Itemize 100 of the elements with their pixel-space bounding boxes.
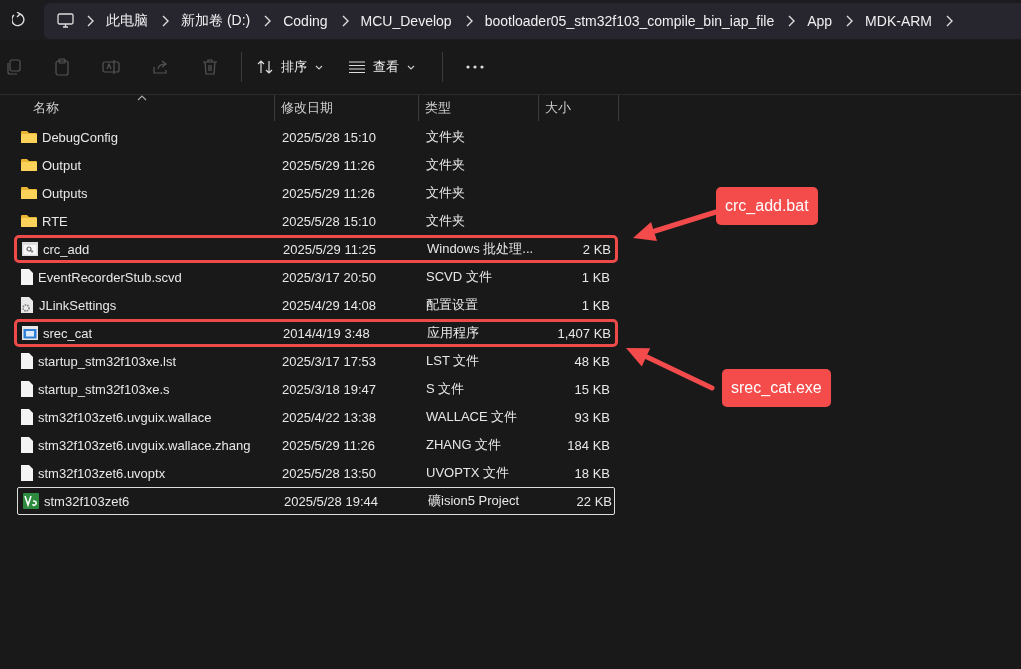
- file-size: 184 KB: [567, 437, 610, 453]
- modified-date: 2025/5/29 11:25: [282, 241, 377, 257]
- file-row[interactable]: stm32f103zet6.uvguix.wallace 2025/4/22 13:38 WALLACE 文件 93 KB: [14, 403, 618, 431]
- file-row[interactable]: JLinkSettings 2025/4/29 14:08 配置设置 1 KB: [14, 291, 618, 319]
- file-row[interactable]: Outputs 2025/5/29 11:26 文件夹: [14, 179, 618, 207]
- file-size: 2 KB: [582, 241, 611, 257]
- chevron-icon[interactable]: [162, 15, 169, 27]
- folder-icon: [21, 158, 37, 172]
- file-size: 1,407 KB: [557, 325, 611, 341]
- file-size: 1 KB: [581, 297, 610, 313]
- file-row[interactable]: stm32f103zet6.uvguix.wallace.zhang 2025/5/29 11:26 ZHANG 文件 184 KB: [14, 431, 618, 459]
- file-type: S 文件: [425, 380, 466, 398]
- file-row[interactable]: EventRecorderStub.scvd 2025/3/17 20:50 SCVD 文件 1 KB: [14, 263, 618, 291]
- modified-date: 2025/5/28 13:50: [281, 465, 377, 481]
- file-size: 22 KB: [576, 493, 612, 509]
- caret-icon: [407, 64, 415, 70]
- chevron-icon[interactable]: [946, 15, 953, 27]
- file-row[interactable]: startup_stm32f103xe.s 2025/3/18 19:47 S 文件 15 KB: [14, 375, 618, 403]
- folder-icon: [21, 214, 37, 228]
- file-type: 礦ision5 Project: [427, 492, 521, 510]
- callout-label: crc_add.bat: [716, 187, 818, 225]
- file-type: 文件夹: [425, 156, 466, 174]
- breadcrumb-item[interactable]: 新加卷 (D:): [181, 12, 251, 30]
- file-icon: [21, 381, 33, 397]
- chevron-icon[interactable]: [846, 15, 854, 27]
- breadcrumb-item[interactable]: Coding: [283, 13, 328, 29]
- folder-icon: [21, 130, 37, 144]
- file-size: 1 KB: [581, 269, 610, 285]
- file-row[interactable]: stm32f103zet6 2025/5/28 19:44 礦ision5 Project 22 KB: [17, 487, 615, 515]
- file-name: stm32f103zet6: [44, 493, 130, 509]
- modified-date: 2014/4/19 3:48: [282, 325, 371, 341]
- modified-date: 2025/4/22 13:38: [281, 409, 377, 425]
- file-name: JLinkSettings: [39, 297, 117, 313]
- file-size: 15 KB: [574, 381, 610, 397]
- file-row[interactable]: startup_stm32f103xe.lst 2025/3/17 17:53 LST 文件 48 KB: [14, 347, 618, 375]
- file-row[interactable]: stm32f103zet6.uvoptx 2025/5/28 13:50 UVOPTX 文件 18 KB: [14, 459, 618, 487]
- file-icon: [21, 465, 33, 481]
- file-icon: [21, 437, 33, 453]
- address-bar[interactable]: 此电脑 新加卷 (D:) Coding MCU_Develop bootloader05_stm32f103_compile_bin_iap_file App MDK-ARM: [44, 3, 1021, 39]
- folder-icon: [21, 186, 37, 200]
- modified-date: 2025/5/28 15:10: [281, 129, 377, 145]
- modified-date: 2025/5/29 11:26: [281, 157, 376, 173]
- file-type: SCVD 文件: [425, 268, 493, 286]
- modified-date: 2025/3/17 20:50: [281, 269, 377, 285]
- breadcrumb-item[interactable]: App: [807, 13, 833, 29]
- file-type: WALLACE 文件: [425, 408, 519, 426]
- file-name: srec_cat: [43, 325, 93, 341]
- file-type: Windows 批处理...: [426, 240, 535, 258]
- file-row[interactable]: crc_add 2025/5/29 11:25 Windows 批处理... 2 KB: [14, 235, 618, 263]
- file-type: LST 文件: [425, 352, 481, 370]
- application-icon: [22, 326, 38, 340]
- file-icon: [21, 269, 33, 285]
- view-button[interactable]: 查看: [343, 52, 421, 82]
- file-type: 文件夹: [425, 184, 466, 202]
- more-icon[interactable]: [466, 65, 484, 69]
- refresh-icon[interactable]: [12, 12, 26, 28]
- modified-date: 2025/3/17 17:53: [281, 353, 377, 369]
- sort-button[interactable]: 排序: [251, 52, 329, 82]
- batch-file-icon: [22, 242, 38, 256]
- file-size: 93 KB: [574, 409, 610, 425]
- file-row[interactable]: Output 2025/5/29 11:26 文件夹: [14, 151, 618, 179]
- column-header[interactable]: 修改日期: [275, 95, 419, 121]
- file-row[interactable]: srec_cat 2014/4/19 3:48 应用程序 1,407 KB: [14, 319, 618, 347]
- file-name: startup_stm32f103xe.s: [38, 381, 170, 397]
- breadcrumb-item[interactable]: MDK-ARM: [865, 13, 932, 29]
- callout-label: srec_cat.exe: [722, 369, 831, 407]
- breadcrumb-item[interactable]: 此电脑: [106, 12, 148, 30]
- modified-date: 2025/5/28 15:10: [281, 213, 377, 229]
- chevron-icon[interactable]: [465, 15, 473, 27]
- modified-date: 2025/5/28 19:44: [283, 493, 379, 509]
- file-row[interactable]: DebugConfig 2025/5/28 15:10 文件夹: [14, 123, 618, 151]
- file-name: stm32f103zet6.uvguix.wallace.zhang: [38, 437, 251, 453]
- file-size: 48 KB: [574, 353, 610, 369]
- file-icon: [21, 409, 33, 425]
- chevron-icon[interactable]: [341, 15, 349, 27]
- file-name: stm32f103zet6.uvguix.wallace: [38, 409, 212, 425]
- file-name: Outputs: [42, 185, 88, 201]
- computer-icon[interactable]: [57, 13, 74, 29]
- file-type: 应用程序: [426, 324, 480, 342]
- modified-date: 2025/5/29 11:26: [281, 437, 376, 453]
- breadcrumb-item[interactable]: MCU_Develop: [360, 13, 452, 29]
- file-name: startup_stm32f103xe.lst: [38, 353, 177, 369]
- chevron-icon[interactable]: [788, 15, 796, 27]
- modified-date: 2025/5/29 11:26: [281, 185, 376, 201]
- file-name: Output: [42, 157, 82, 173]
- breadcrumb-item[interactable]: bootloader05_stm32f103_compile_bin_iap_file: [484, 13, 775, 29]
- file-name: DebugConfig: [42, 129, 118, 145]
- file-name: stm32f103zet6.uvoptx: [38, 465, 166, 481]
- chevron-icon[interactable]: [264, 15, 272, 27]
- column-header[interactable]: 类型: [419, 95, 539, 121]
- file-type: UVOPTX 文件: [425, 464, 511, 482]
- chevron-icon[interactable]: [87, 15, 94, 27]
- column-header[interactable]: 大小: [539, 95, 619, 121]
- file-size: 18 KB: [574, 465, 610, 481]
- modified-date: 2025/3/18 19:47: [281, 381, 377, 397]
- column-header[interactable]: 名称: [0, 95, 275, 121]
- sort-caret-icon: [137, 95, 147, 101]
- file-name: crc_add: [43, 241, 90, 257]
- list-icon: [349, 61, 365, 73]
- file-row[interactable]: RTE 2025/5/28 15:10 文件夹: [14, 207, 618, 235]
